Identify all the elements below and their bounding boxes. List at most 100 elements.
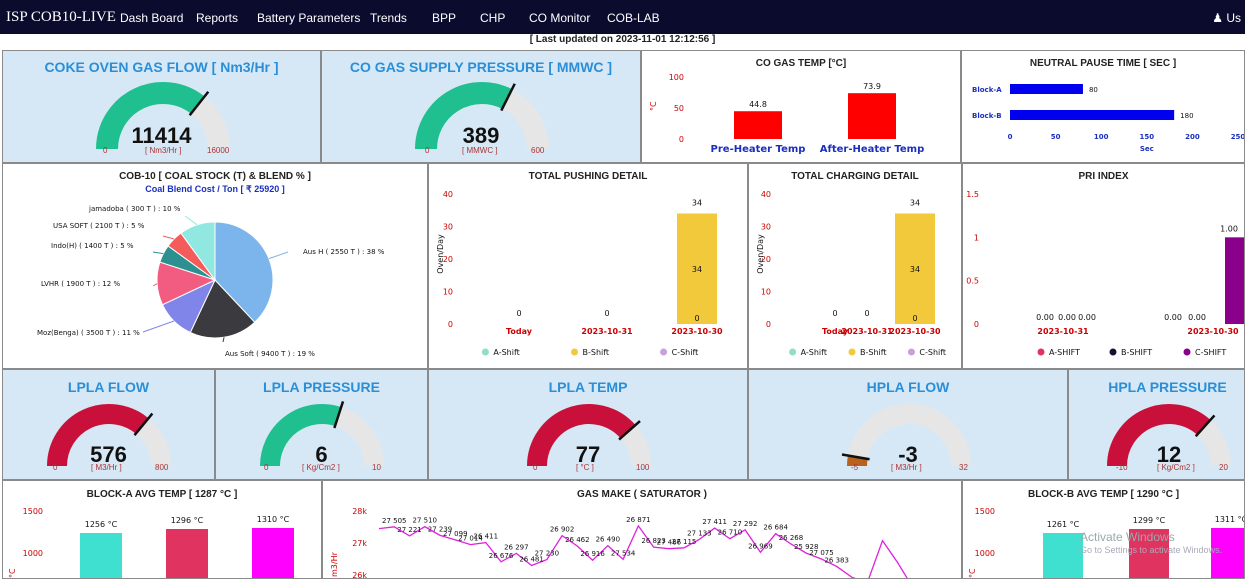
- gauge-unit: [ Kg/Cm2 ]: [302, 463, 340, 472]
- nav-reports[interactable]: Reports: [196, 11, 238, 25]
- point-label: 26 684: [763, 524, 788, 532]
- y-tick-label: 40: [443, 190, 453, 199]
- legend-marker: [848, 348, 856, 356]
- bar-top-label: 34: [692, 199, 702, 208]
- gauge-min: 0: [533, 463, 538, 472]
- legend-marker: [571, 348, 578, 356]
- point-label: 26 902: [550, 526, 575, 534]
- x-tick-label: 150: [1139, 133, 1154, 141]
- point-label: 27 292: [733, 520, 758, 528]
- gauge-unit: [ Nm3/Hr ]: [145, 146, 182, 155]
- nav-battery-parameters[interactable]: Battery Parameters: [257, 11, 360, 25]
- pie-label: LVHR ( 1900 T ) : 12 %: [41, 280, 120, 288]
- legend-item: A-SHIFT: [1049, 348, 1080, 357]
- y-tick-label: 0: [766, 320, 771, 329]
- y-tick-label: 30: [443, 223, 453, 232]
- nav-co-monitor[interactable]: CO Monitor: [529, 11, 590, 25]
- bar-top-label: 34: [910, 199, 920, 208]
- y-axis-label: °C: [968, 568, 977, 578]
- y-tick-label: 30: [761, 223, 771, 232]
- point-label: 26 969: [748, 542, 773, 550]
- pie-connector: [152, 251, 164, 255]
- pie-connector: [222, 337, 225, 343]
- chart-total-pushing: 403020100Oven/Day0Today02023-10-31343402…: [436, 190, 723, 357]
- panel-co-gas-temp: CO GAS TEMP [°C] 100 50 0 °C 44.8 Pre-Heater …: [641, 50, 961, 163]
- y-tick-label: 1000: [975, 549, 995, 558]
- legend-marker: [1037, 348, 1045, 356]
- gauge-min: -10: [1116, 463, 1128, 472]
- pie-label: Moz(Benga) ( 3500 T ) : 11 %: [37, 329, 140, 337]
- bar-label: 73.9: [863, 82, 881, 91]
- bar: [1225, 237, 1244, 324]
- x-tick-label: 250: [1231, 133, 1245, 141]
- pie-label: Aus H ( 2550 T ) : 38 %: [303, 248, 385, 256]
- bar-top-label: 0: [516, 309, 521, 318]
- bar-label: 1261 °C: [1047, 520, 1080, 529]
- pie-label: Indo(H) ( 1400 T ) : 5 %: [51, 242, 134, 250]
- brand-title[interactable]: ISP COB10-LIVE: [6, 9, 116, 26]
- point-label: 27 510: [413, 517, 438, 525]
- pie-connector: [142, 320, 175, 333]
- legend-item: C-Shift: [919, 348, 946, 357]
- panel-lpla-flow: LPLA FLOW 576 0 [ M3/Hr ] 800: [2, 369, 215, 480]
- nav-dashboard[interactable]: Dash Board: [120, 11, 183, 25]
- y-tick-label: 1500: [975, 507, 995, 516]
- bar: [1043, 533, 1083, 578]
- category-label: 2023-10-30: [1187, 327, 1239, 336]
- nav-cob-lab[interactable]: COB-LAB: [607, 11, 660, 25]
- y-tick-label: 0: [448, 320, 453, 329]
- user-menu[interactable]: ♟ Us: [1212, 11, 1241, 25]
- bar: [848, 93, 896, 139]
- gauge-max: 100: [636, 463, 650, 472]
- x-axis-label: Sec: [1140, 145, 1154, 153]
- category-label: Block-B: [972, 112, 1002, 120]
- legend-item: A-Shift: [801, 348, 827, 357]
- gauge-unit: [ M3/Hr ]: [91, 463, 122, 472]
- bar-label: 1311 °C: [1215, 515, 1245, 524]
- bar-label: 1310 °C: [257, 515, 290, 524]
- point-label: 27 411: [702, 518, 727, 526]
- last-updated: [ Last updated on 2023-11-01 12:12:56 ]: [529, 34, 716, 45]
- y-tick-label: 0: [974, 320, 979, 329]
- user-name: Us: [1226, 11, 1241, 25]
- nav-trends[interactable]: Trends: [370, 11, 407, 25]
- bar: [166, 529, 208, 578]
- x-tick-label: 50: [1051, 133, 1061, 141]
- bar-label: 0.00: [1036, 313, 1054, 322]
- panel-neutral-pause-time: NEUTRAL PAUSE TIME [ SEC ] 0 50 100 150 200 2…: [961, 50, 1245, 163]
- bar-label: 80: [1089, 86, 1098, 94]
- bar-label: 0.00: [1078, 313, 1096, 322]
- bar-label: 1256 °C: [85, 520, 118, 529]
- legend-marker: [789, 348, 797, 356]
- y-tick-label: 28k: [352, 507, 367, 516]
- gauge-unit: [ °C ]: [576, 463, 594, 472]
- bar-inner-label: 34: [910, 265, 920, 274]
- x-tick-label: 200: [1185, 133, 1200, 141]
- gauge-max: 20: [1219, 463, 1228, 472]
- y-tick-label: 100: [669, 73, 684, 82]
- x-tick-label: 100: [1094, 133, 1109, 141]
- y-axis-label: m3/Hr: [330, 551, 339, 577]
- y-tick-label: 26k: [352, 571, 367, 579]
- bar: [734, 111, 782, 139]
- bar-label: 1299 °C: [1133, 516, 1166, 525]
- legend-item: C-Shift: [672, 348, 699, 357]
- bar-inner-label: 34: [692, 265, 702, 274]
- gauge-max: 16000: [207, 146, 230, 155]
- gauge-max: 10: [372, 463, 381, 472]
- pie-connector: [152, 283, 158, 287]
- category-label: 2023-10-30: [671, 327, 723, 336]
- panel-co-gas-supply-pressure: CO GAS SUPPLY PRESSURE [ MMWC ] 389 0 [ …: [321, 50, 641, 163]
- nav-bpp[interactable]: BPP: [432, 11, 456, 25]
- y-tick-label: 10: [761, 288, 771, 297]
- category-label: 2023-10-31: [1037, 327, 1089, 336]
- chart-co-gas-temp: 100 50 0 °C 44.8 Pre-Heater Temp 73.9 After-Hea…: [649, 73, 924, 155]
- category-label: After-Heater Temp: [820, 144, 924, 155]
- bar-label: 0.00: [1164, 313, 1182, 322]
- gauge-unit: [ MMWC ]: [462, 146, 498, 155]
- nav-chp[interactable]: CHP: [480, 11, 505, 25]
- y-tick-label: 0.5: [966, 277, 979, 286]
- bar-label: 44.8: [749, 100, 767, 109]
- pie-connector: [184, 215, 198, 226]
- point-label: 27 133: [687, 529, 712, 537]
